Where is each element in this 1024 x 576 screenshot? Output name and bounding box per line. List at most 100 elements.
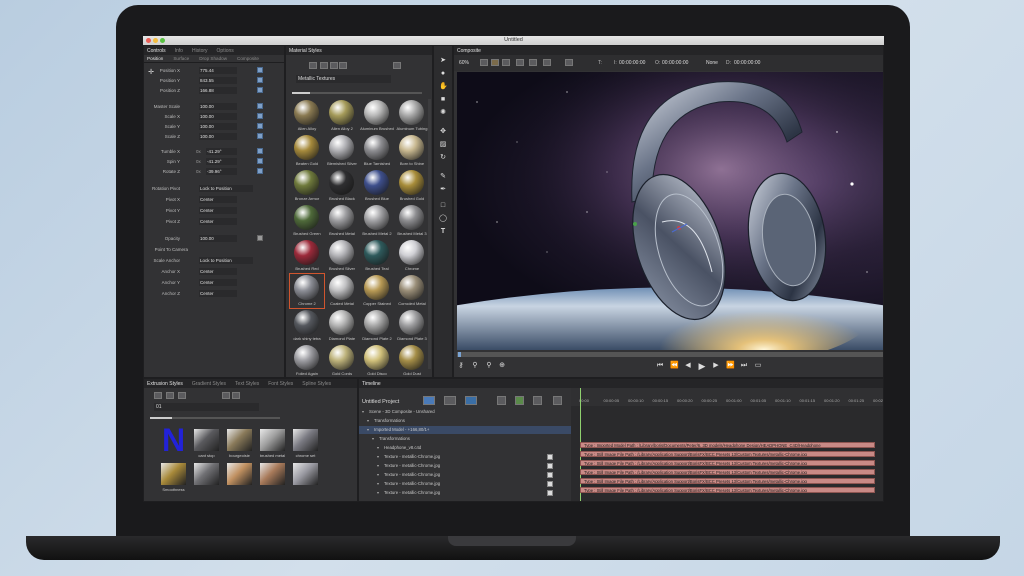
track-clip[interactable]: Type : Still Image File Path : /Library/…	[580, 478, 875, 484]
material-swatch[interactable]: Foiled Again	[290, 344, 324, 377]
extrusion-swatch[interactable]	[224, 461, 255, 493]
expand-toggle-icon[interactable]: ▾	[362, 409, 364, 414]
pivot-y-select[interactable]: Center	[199, 207, 237, 214]
keyframe-key-icon[interactable]: ⚷	[457, 362, 465, 370]
keyframe-icon[interactable]	[257, 113, 263, 119]
extrusion-swatch[interactable]	[257, 461, 288, 493]
expand-toggle-icon[interactable]: ▾	[377, 463, 379, 468]
material-size-slider[interactable]	[292, 92, 422, 94]
keyframe-icon[interactable]	[257, 87, 263, 93]
add-layer-icon[interactable]	[423, 396, 435, 405]
material-category-select[interactable]: Metallic Textures	[296, 75, 391, 83]
add-camera-icon[interactable]	[444, 396, 456, 405]
light-tool-icon[interactable]: ✺	[439, 109, 447, 117]
extrusion-swatch[interactable]	[290, 461, 321, 493]
rotate-tool-icon[interactable]: ↻	[439, 154, 447, 162]
subtab-drop-shadow[interactable]: Drop Shadow	[199, 56, 227, 61]
material-swatch[interactable]: Blue Tarnished	[360, 134, 394, 168]
track-clip[interactable]: Type : Still Image File Path : /Library/…	[580, 469, 875, 475]
text-tool-icon[interactable]: T	[439, 228, 447, 236]
delete-preset-icon[interactable]	[178, 392, 186, 399]
tab-font-styles[interactable]: Font Styles	[268, 381, 293, 387]
go-to-end-icon[interactable]: ⏭	[740, 362, 748, 370]
track-settings-icon[interactable]	[533, 396, 542, 405]
scrub-bar[interactable]	[457, 352, 883, 357]
keyframe-add-icon[interactable]: ⊕	[498, 362, 506, 370]
anchor-x-select[interactable]: Center	[199, 268, 237, 275]
tumble-x-field[interactable]: -41.29°	[206, 148, 237, 155]
material-swatch[interactable]: Corroded Metal	[395, 274, 429, 308]
expand-toggle-icon[interactable]: ▾	[377, 445, 379, 450]
tab-options[interactable]: Options	[217, 48, 234, 54]
tab-gradient-styles[interactable]: Gradient Styles	[192, 381, 226, 387]
tab-spline-styles[interactable]: Spline Styles	[302, 381, 331, 387]
playhead-marker[interactable]	[458, 352, 461, 357]
fit-view-icon[interactable]	[480, 59, 488, 66]
scale-y-field[interactable]: 100.00	[199, 123, 237, 130]
opacity-field[interactable]: 100.00	[199, 235, 237, 242]
export-preset-icon[interactable]	[232, 392, 240, 399]
track-clip[interactable]: Type : Still Image File Path : /Library/…	[580, 451, 875, 457]
extrusion-swatch[interactable]: cant stop	[191, 427, 222, 459]
rotate-z-field[interactable]: -39.96°	[206, 168, 237, 175]
material-swatch[interactable]: Bronze Armor	[290, 169, 324, 203]
save-preset-icon[interactable]	[166, 392, 174, 399]
spin-y-field[interactable]: -41.29°	[206, 158, 237, 165]
material-swatch[interactable]: Brushed Metal 3	[395, 204, 429, 238]
color-channels-icon[interactable]	[491, 59, 499, 66]
material-swatch[interactable]: Beaten Gold	[290, 134, 324, 168]
master-scale-field[interactable]: 100.00	[199, 103, 237, 110]
material-swatch[interactable]: Brushed Gold	[395, 169, 429, 203]
render-mode-icon[interactable]	[543, 59, 551, 66]
expand-toggle-icon[interactable]: ▾	[377, 490, 379, 495]
material-swatch[interactable]: Aluminum Brushed	[360, 99, 394, 133]
material-swatch[interactable]: Gold Disco	[360, 344, 394, 377]
extrusion-swatch[interactable]	[191, 461, 222, 493]
material-swatch[interactable]: Brushed Black	[325, 169, 359, 203]
material-swatch[interactable]: Diamond Plate 2	[360, 309, 394, 343]
save-preset-icon[interactable]	[320, 62, 328, 69]
folder-icon[interactable]	[309, 62, 317, 69]
keyframe-icon[interactable]	[257, 158, 263, 164]
hand-tool-icon[interactable]: ✋	[439, 83, 448, 91]
rectangle-tool-icon[interactable]: □	[439, 202, 447, 210]
material-swatch[interactable]: Born to Shine	[395, 134, 429, 168]
material-swatch[interactable]: Brushed Metal 2	[360, 204, 394, 238]
layer-row[interactable]: ▾ Texture - metallic-Chrome.jpg	[359, 462, 571, 470]
scale-x-field[interactable]: 100.00	[199, 113, 237, 120]
overlay-icon[interactable]	[565, 59, 573, 66]
material-swatch[interactable]: Chrome 2	[289, 273, 325, 309]
material-swatch[interactable]: Gold Cords	[325, 344, 359, 377]
layer-row[interactable]: ▾ Headphone_v8.c4d	[359, 444, 571, 452]
layer-row[interactable]: ▾ Scene - 3D Composite - Unshared	[359, 408, 571, 416]
scale-anchor-select[interactable]: Lock to Position	[199, 257, 253, 264]
material-swatch[interactable]: Brushed Silver	[325, 239, 359, 273]
material-swatch[interactable]: Alien Alloy 2	[325, 99, 359, 133]
tab-text-styles[interactable]: Text Styles	[235, 381, 259, 387]
extrusion-swatch[interactable]: N	[158, 424, 189, 459]
next-frame-icon[interactable]: ▶	[712, 362, 720, 370]
pen-tool-icon[interactable]: ✒	[439, 186, 447, 194]
tab-extrusion-styles[interactable]: Extrusion Styles	[147, 381, 183, 387]
tab-timeline[interactable]: Timeline	[362, 381, 381, 387]
folder-icon[interactable]	[154, 392, 162, 399]
anchor-y-select[interactable]: Center	[199, 279, 237, 286]
extrusion-category-select[interactable]: 01	[154, 403, 259, 411]
rotation-pivot-select[interactable]: Lock to Position	[199, 185, 253, 192]
add-light-icon[interactable]	[465, 396, 477, 405]
material-swatch[interactable]: Brushed Metal	[325, 204, 359, 238]
zoom-select[interactable]: 60%	[459, 60, 469, 66]
keyframe-icon[interactable]	[257, 123, 263, 129]
tab-history[interactable]: History	[192, 48, 208, 54]
extrusion-swatch[interactable]: bourgeoisie	[224, 427, 255, 459]
keyframe-prev-icon[interactable]: ⚲	[471, 362, 479, 370]
view-mode-icon[interactable]	[393, 62, 401, 69]
tab-composite[interactable]: Composite	[457, 48, 481, 54]
track-clip[interactable]: Type : Still Image File Path : /Library/…	[580, 487, 875, 493]
material-swatch[interactable]: Chrome	[395, 239, 429, 273]
import-preset-icon[interactable]	[222, 392, 230, 399]
layer-row[interactable]: ▾ Texture - metallic-Chrome.jpg	[359, 453, 571, 461]
material-swatch[interactable]: Aluminum Tubing	[395, 99, 429, 133]
step-forward-icon[interactable]: ⏩	[726, 362, 735, 370]
delete-preset-icon[interactable]	[330, 62, 338, 69]
